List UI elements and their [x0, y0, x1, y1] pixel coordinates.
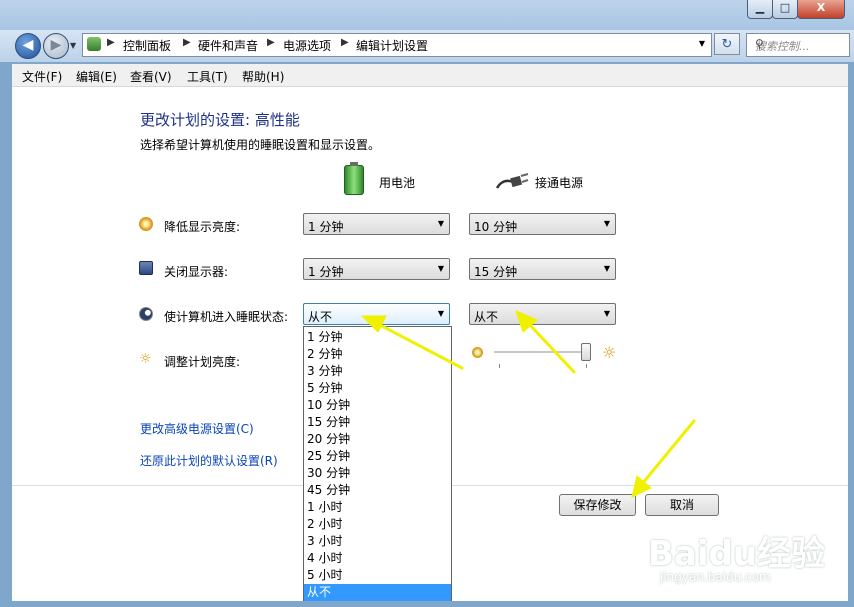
annotation-arrow — [640, 419, 696, 486]
annotation-arrow — [527, 322, 576, 374]
annotation-arrows — [360, 310, 696, 498]
annotation-arrow — [376, 322, 464, 370]
annotation-arrow-head — [631, 475, 652, 498]
annotation-arrow-head — [360, 315, 387, 333]
